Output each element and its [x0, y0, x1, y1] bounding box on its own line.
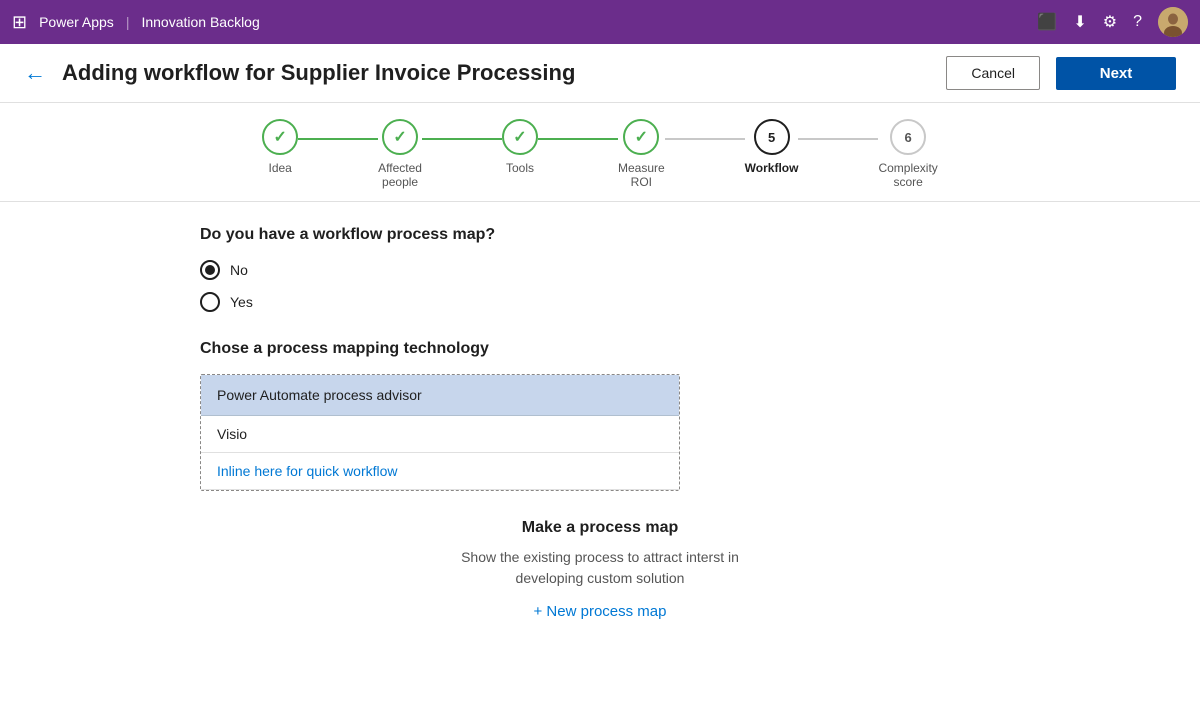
stepper: ✓ Idea ✓ Affectedpeople ✓ Tools ✓ Measur… — [0, 103, 1200, 202]
step-circle-tools: ✓ — [502, 119, 538, 155]
connector-4 — [665, 138, 745, 140]
process-mapping-title: Chose a process mapping technology — [200, 340, 1000, 358]
app-name: Power Apps — [39, 14, 114, 30]
topbar: ⊞ Power Apps | Innovation Backlog ⬛ ⬇ ⚙ … — [0, 0, 1200, 44]
step-circle-complexity: 6 — [890, 119, 926, 155]
step-label-complexity: Complexityscore — [878, 161, 937, 189]
screen-icon[interactable]: ⬛ — [1037, 12, 1057, 32]
radio-label-no: No — [230, 262, 248, 278]
step-label-workflow: Workflow — [745, 161, 799, 175]
connector-1 — [298, 138, 378, 140]
step-idea: ✓ Idea — [262, 119, 298, 175]
step-circle-idea: ✓ — [262, 119, 298, 155]
avatar[interactable] — [1158, 7, 1188, 37]
topbar-right: ⬛ ⬇ ⚙ ? — [1037, 7, 1188, 37]
process-map-title: Make a process map — [200, 519, 1000, 537]
settings-icon[interactable]: ⚙ — [1103, 12, 1117, 32]
step-circle-affected: ✓ — [382, 119, 418, 155]
connector-2 — [422, 138, 502, 140]
checkmark-idea: ✓ — [273, 127, 286, 147]
section-name: Innovation Backlog — [141, 14, 259, 30]
step-circle-roi: ✓ — [623, 119, 659, 155]
step-circle-workflow: 5 — [754, 119, 790, 155]
process-map-description: Show the existing process to attract int… — [200, 547, 1000, 589]
step-measure-roi: ✓ MeasureROI — [618, 119, 665, 189]
grid-icon[interactable]: ⊞ — [12, 12, 27, 33]
step-complexity: 6 Complexityscore — [878, 119, 937, 189]
help-icon[interactable]: ? — [1133, 13, 1142, 31]
radio-no[interactable]: No — [200, 260, 1000, 280]
checkmark-affected: ✓ — [393, 127, 406, 147]
connector-5 — [798, 138, 878, 140]
main-content: Do you have a workflow process map? No Y… — [0, 202, 1200, 645]
radio-circle-yes[interactable] — [200, 292, 220, 312]
step-affected-people: ✓ Affectedpeople — [378, 119, 422, 189]
workflow-question: Do you have a workflow process map? — [200, 226, 1000, 244]
page-title: Adding workflow for Supplier Invoice Pro… — [62, 60, 930, 86]
process-mapping-dropdown[interactable]: Power Automate process advisor Visio Inl… — [200, 374, 680, 491]
back-button[interactable]: ← — [24, 60, 46, 86]
radio-label-yes: Yes — [230, 294, 253, 310]
step-workflow: 5 Workflow — [745, 119, 799, 175]
step-label-affected: Affectedpeople — [378, 161, 422, 189]
radio-yes[interactable]: Yes — [200, 292, 1000, 312]
radio-group-workflow: No Yes — [200, 260, 1000, 312]
connector-3 — [538, 138, 618, 140]
download-icon[interactable]: ⬇ — [1073, 12, 1086, 32]
dropdown-option-visio[interactable]: Visio — [201, 416, 679, 453]
new-process-map-link[interactable]: + New process map — [534, 603, 667, 620]
step-label-idea: Idea — [268, 161, 291, 175]
step-label-roi: MeasureROI — [618, 161, 665, 189]
next-button[interactable]: Next — [1056, 57, 1176, 90]
header: ← Adding workflow for Supplier Invoice P… — [0, 44, 1200, 103]
process-map-section: Make a process map Show the existing pro… — [200, 519, 1000, 621]
dropdown-selected-option[interactable]: Power Automate process advisor — [201, 375, 679, 416]
cancel-button[interactable]: Cancel — [946, 56, 1040, 90]
checkmark-tools: ✓ — [513, 127, 526, 147]
step-label-tools: Tools — [506, 161, 534, 175]
topbar-separator: | — [126, 14, 130, 30]
dropdown-option-inline[interactable]: Inline here for quick workflow — [201, 453, 679, 490]
radio-circle-no[interactable] — [200, 260, 220, 280]
step-tools: ✓ Tools — [502, 119, 538, 175]
checkmark-roi: ✓ — [635, 127, 648, 147]
